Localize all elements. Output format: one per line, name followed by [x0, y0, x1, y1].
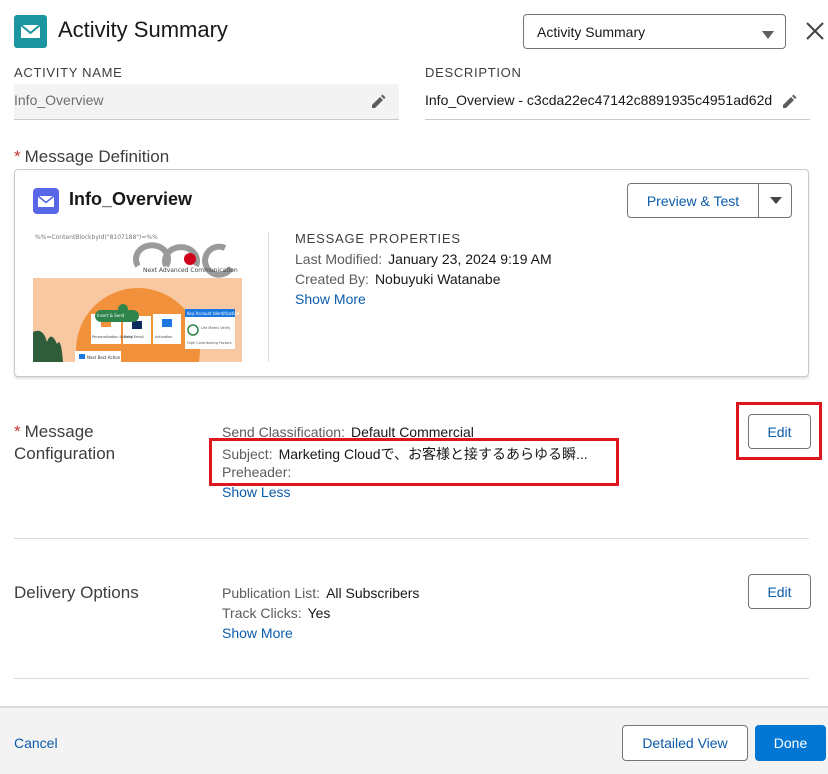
activity-name-field[interactable]: Info_Overview — [14, 84, 399, 120]
activity-name-label: ACTIVITY NAME — [14, 65, 123, 80]
description-field[interactable]: Info_Overview - c3cda22ec47142c8891935c4… — [425, 84, 810, 120]
delivery-options-title: Delivery Options — [14, 583, 139, 602]
view-select-value: Activity Summary — [537, 24, 646, 40]
message-thumbnail[interactable]: %%=ContentBlockbyId("8107188")=%% Next A… — [33, 232, 242, 362]
publication-list-label: Publication List: — [222, 585, 321, 601]
thumbnail-card3: Activation — [155, 335, 173, 339]
chevron-down-icon — [761, 27, 775, 43]
description-value: Info_Overview - c3cda22ec47142c8891935c4… — [425, 92, 773, 108]
created-by-label: Created By: — [295, 271, 369, 287]
message-definition-title-text: Message Definition — [24, 147, 170, 166]
thumbnail-card-right-sub: High Contributing Factors — [187, 341, 232, 345]
section-divider — [14, 678, 809, 679]
last-modified-row: Last Modified: January 23, 2024 9:19 AM — [295, 251, 552, 267]
modal-header: Activity Summary Activity Summary — [0, 0, 828, 62]
message-name: Info_Overview — [69, 189, 193, 209]
section-divider — [14, 538, 809, 539]
message-card: Info_Overview Preview & Test %%=ContentB… — [14, 169, 809, 377]
publication-list-row: Publication List: All Subscribers — [222, 585, 419, 601]
preview-button-group: Preview & Test — [627, 183, 792, 218]
page-title: Activity Summary — [58, 17, 228, 42]
subject-highlight-box — [209, 438, 619, 486]
view-select[interactable]: Activity Summary — [523, 14, 786, 49]
thumbnail-card-right-text: Life Metric Verify — [201, 326, 230, 330]
envelope-icon — [14, 15, 47, 48]
thumbnail-card2: Send Email — [124, 335, 144, 339]
message-definition-title: * Message Definition — [14, 146, 169, 168]
track-clicks-label: Track Clicks: — [222, 605, 302, 621]
thumbnail-brand-text: Next Advanced Communication — [143, 267, 238, 274]
created-by-row: Created By: Nobuyuki Watanabe — [295, 271, 501, 287]
message-configuration-title-line2: Configuration — [14, 444, 116, 463]
activity-name-value: Info_Overview — [14, 92, 104, 108]
show-less-link[interactable]: Show Less — [222, 484, 290, 500]
track-clicks-row: Track Clicks: Yes — [222, 605, 330, 621]
last-modified-label: Last Modified: — [295, 251, 383, 267]
modal-footer: Cancel Detailed View Done — [0, 706, 828, 774]
message-config-edit-button[interactable]: Edit — [748, 414, 811, 449]
delivery-show-more-link[interactable]: Show More — [222, 625, 293, 641]
preview-test-button[interactable]: Preview & Test — [628, 184, 759, 217]
pencil-icon[interactable] — [370, 94, 386, 110]
message-properties-title: MESSAGE PROPERTIES — [295, 231, 461, 246]
last-modified-value: January 23, 2024 9:19 AM — [388, 251, 552, 267]
required-mark: * — [14, 147, 21, 166]
thumbnail-card-right-title: Key Account Identification — [187, 311, 240, 316]
required-mark: * — [14, 422, 21, 441]
track-clicks-value: Yes — [307, 605, 331, 621]
show-more-link[interactable]: Show More — [295, 291, 366, 307]
created-by-value: Nobuyuki Watanabe — [374, 271, 501, 287]
preview-menu-button[interactable] — [759, 184, 791, 217]
thumbnail-pill-text: Insert & Send — [97, 313, 125, 318]
cancel-link[interactable]: Cancel — [14, 735, 58, 751]
delivery-options-edit-button[interactable]: Edit — [748, 574, 811, 609]
message-configuration-title-line1: Message — [24, 422, 94, 441]
done-button[interactable]: Done — [755, 725, 826, 761]
thumbnail-bottom-label: Next Best Action — [87, 355, 121, 360]
description-label: DESCRIPTION — [425, 65, 522, 80]
card-divider — [268, 232, 269, 362]
message-configuration-title: * Message Configuration — [14, 421, 115, 465]
pencil-icon[interactable] — [781, 94, 797, 110]
publication-list-value: All Subscribers — [326, 585, 420, 601]
close-icon[interactable] — [803, 19, 827, 43]
detailed-view-button[interactable]: Detailed View — [622, 725, 748, 761]
thumbnail-code-text: %%=ContentBlockbyId("8107188")=%% — [35, 234, 158, 241]
email-icon — [33, 188, 59, 214]
thumbnail-graphic: %%=ContentBlockbyId("8107188")=%% Next A… — [33, 234, 242, 362]
